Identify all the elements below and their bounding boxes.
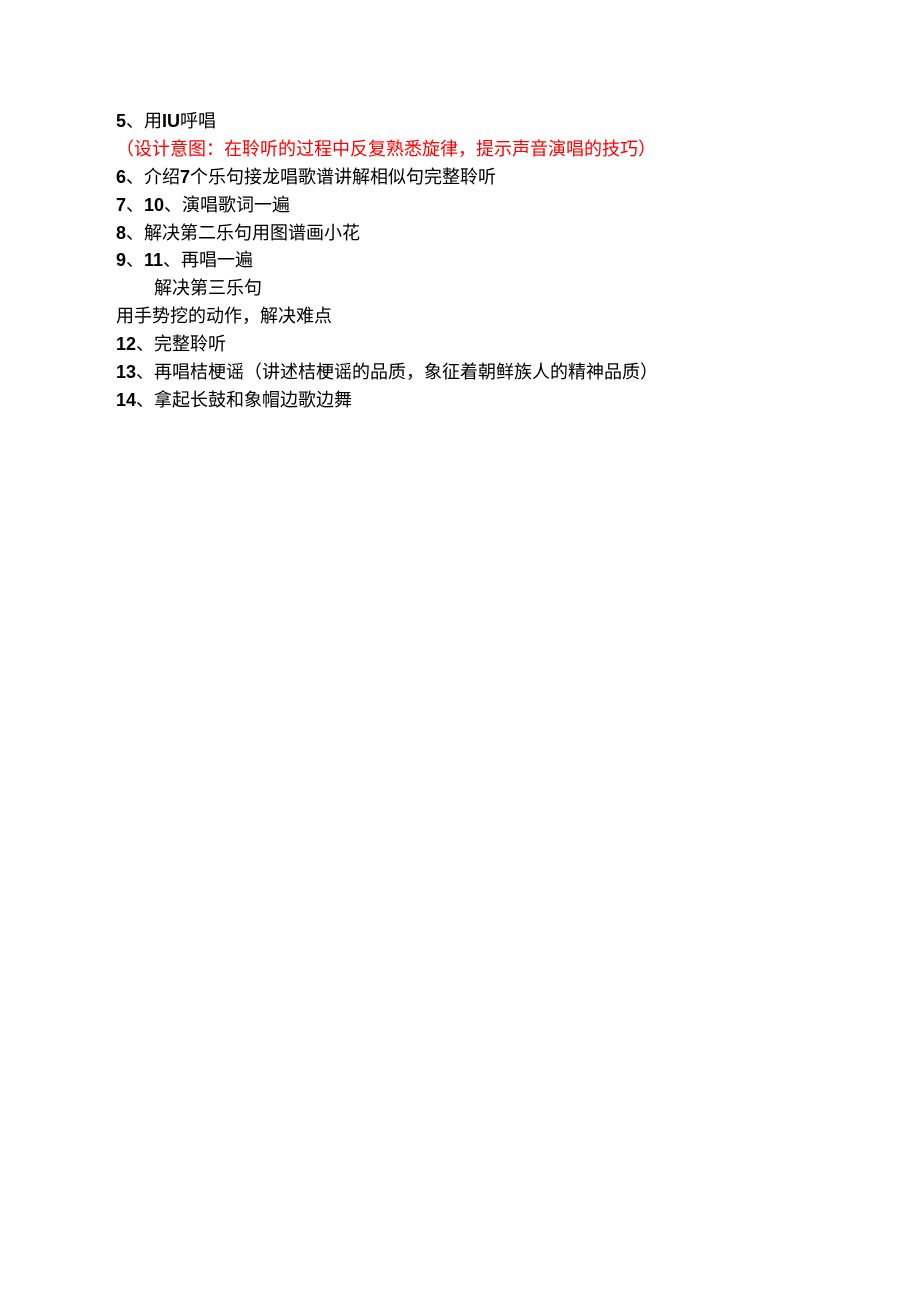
text-segment: 拿起长鼓和象帽边歌边舞: [154, 390, 352, 410]
text-segment: 演唱歌词一遍: [182, 195, 290, 215]
text-segment: 呼唱: [180, 111, 216, 131]
text-segment: 再唱一遍: [181, 250, 253, 270]
line-item-6: 6、介绍7个乐句接龙唱歌谱讲解相似句完整聆听: [116, 164, 920, 192]
line-plain-text: 用手势挖的动作，解决难点: [116, 303, 920, 331]
item-number: 9: [116, 250, 126, 270]
item-number: 7: [116, 195, 126, 215]
line-item-5: 5、用IU呼唱: [116, 108, 920, 136]
item-number: 8: [116, 223, 126, 243]
line-item-13: 13、再唱桔梗谣（讲述桔梗谣的品质，象征着朝鲜族人的精神品质）: [116, 359, 920, 387]
separator: 、: [126, 195, 144, 215]
item-number: 10: [144, 195, 164, 215]
text-segment: 再唱桔梗谣（讲述桔梗谣的品质，象征着朝鲜族人的精神品质）: [154, 362, 658, 382]
item-number: 5: [116, 111, 126, 131]
separator: 、: [163, 250, 181, 270]
line-item-8: 8、解决第二乐句用图谱画小花: [116, 220, 920, 248]
item-number: 14: [116, 390, 136, 410]
bold-text: IU: [162, 111, 180, 131]
item-number: 6: [116, 167, 126, 187]
design-intent-note: （设计意图：在聆听的过程中反复熟悉旋律，提示声音演唱的技巧）: [116, 136, 920, 164]
line-item-7-10: 7、10、演唱歌词一遍: [116, 192, 920, 220]
separator: 、: [136, 334, 154, 354]
text-segment: 用: [144, 111, 162, 131]
separator: 、: [126, 111, 144, 131]
separator: 、: [136, 390, 154, 410]
separator: 、: [164, 195, 182, 215]
line-item-14: 14、拿起长鼓和象帽边歌边舞: [116, 387, 920, 415]
red-note-text: （设计意图：在聆听的过程中反复熟悉旋律，提示声音演唱的技巧）: [116, 139, 656, 159]
item-number: 13: [116, 362, 136, 382]
text-segment: 解决第二乐句用图谱画小花: [144, 223, 360, 243]
text-segment: 解决第三乐句: [154, 278, 262, 298]
item-number: 11: [144, 250, 163, 270]
text-segment: 用手势挖的动作，解决难点: [116, 306, 332, 326]
inline-number: 7: [180, 167, 190, 187]
item-number: 12: [116, 334, 136, 354]
line-item-12: 12、完整聆听: [116, 331, 920, 359]
text-segment: 介绍: [144, 167, 180, 187]
line-sub-item: 解决第三乐句: [116, 275, 920, 303]
text-segment: 个乐句接龙唱歌谱讲解相似句完整聆听: [190, 167, 496, 187]
separator: 、: [136, 362, 154, 382]
separator: 、: [126, 167, 144, 187]
line-item-9-11: 9、11、再唱一遍: [116, 247, 920, 275]
separator: 、: [126, 250, 144, 270]
text-segment: 完整聆听: [154, 334, 226, 354]
separator: 、: [126, 223, 144, 243]
